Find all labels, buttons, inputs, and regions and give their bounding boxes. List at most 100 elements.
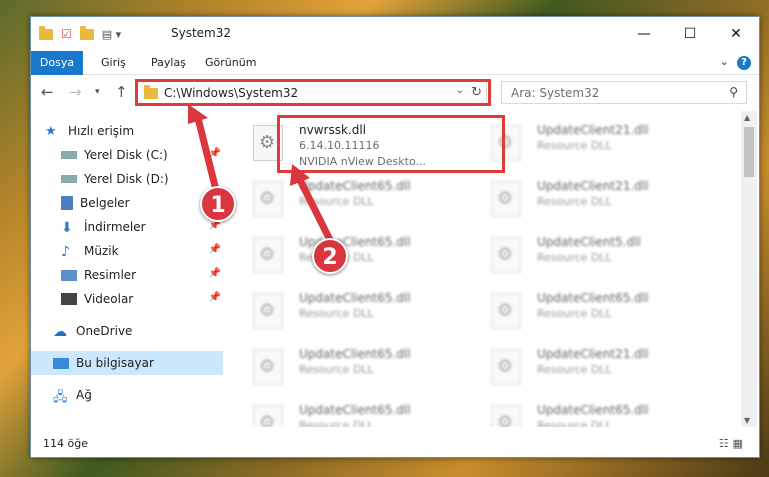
file-type: Resource DLL xyxy=(299,307,374,320)
sidebar-item-pictures[interactable]: Resimler 📌 xyxy=(61,263,225,287)
dll-file-icon xyxy=(491,349,521,385)
dll-file-icon xyxy=(253,237,283,273)
pin-icon[interactable]: 📌 xyxy=(209,244,221,255)
recent-locations-icon[interactable]: ▾ xyxy=(95,87,100,97)
dll-file-icon xyxy=(491,405,521,427)
file-item[interactable]: UpdateClient65.dll Resource DLL xyxy=(227,397,463,427)
pictures-icon xyxy=(61,269,77,281)
step-2-badge: 2 xyxy=(312,238,348,274)
file-type: Resource DLL xyxy=(537,307,612,320)
sidebar-item-network[interactable]: 🖧 Ağ xyxy=(53,383,225,407)
file-item[interactable]: UpdateClient65.dll Resource DLL xyxy=(227,285,463,333)
star-icon: ★ xyxy=(45,124,57,139)
file-type: Resource DLL xyxy=(537,419,612,427)
search-icon[interactable]: ⚲ xyxy=(729,85,738,99)
file-name: UpdateClient65.dll xyxy=(537,403,649,417)
forward-arrow-icon[interactable]: → xyxy=(69,83,82,101)
file-type: Resource DLL xyxy=(537,363,612,376)
navigation-bar: ← → ▾ ↑ C:\Windows\System32 ⌄ ↻ Ara: Sys… xyxy=(31,77,759,109)
file-list: nvwrssk.dll 6.14.10.11116 NVIDIA nView D… xyxy=(227,111,741,427)
drive-icon xyxy=(61,151,77,159)
close-button[interactable]: ✕ xyxy=(713,17,759,51)
dll-file-icon xyxy=(491,293,521,329)
scrollbar-thumb[interactable] xyxy=(744,127,754,177)
file-item[interactable]: UpdateClient21.dll Resource DLL xyxy=(465,173,701,221)
back-arrow-icon[interactable]: ← xyxy=(41,83,54,101)
pin-icon[interactable]: 📌 xyxy=(209,292,221,303)
status-bar: 114 öğe ☷▦ xyxy=(31,431,759,457)
pin-icon[interactable]: 📌 xyxy=(209,148,221,159)
sidebar-item-drive-d[interactable]: Yerel Disk (D:) xyxy=(61,167,225,191)
view-toggle-icons[interactable]: ☷▦ xyxy=(719,437,747,450)
quick-access-toolbar: ☑ ▤ ▾ xyxy=(39,25,121,41)
help-icon[interactable]: ? xyxy=(737,56,751,70)
file-name: UpdateClient21.dll xyxy=(537,123,649,137)
dll-file-icon xyxy=(253,349,283,385)
sidebar-item-music[interactable]: ♪ Müzik 📌 xyxy=(61,239,225,263)
file-name: UpdateClient65.dll xyxy=(299,403,411,417)
file-name: UpdateClient21.dll xyxy=(537,347,649,361)
customize-icon[interactable]: ▤ ▾ xyxy=(102,28,121,41)
sidebar-item-quick-access[interactable]: ★ Hızlı erişim xyxy=(45,119,239,143)
network-icon: 🖧 xyxy=(53,390,68,405)
computer-icon xyxy=(53,357,69,369)
file-item[interactable]: UpdateClient65.dll Resource DLL xyxy=(465,285,701,333)
dll-file-icon xyxy=(253,181,283,217)
sidebar-item-drive-c[interactable]: Yerel Disk (C:) 📌 xyxy=(61,143,225,167)
file-item[interactable]: UpdateClient65.dll Resource DLL xyxy=(227,341,463,389)
title-bar: ☑ ▤ ▾ System32 — ☐ ✕ xyxy=(31,17,759,51)
download-icon: ⬇ xyxy=(61,220,73,236)
sidebar-item-this-pc[interactable]: Bu bilgisayar xyxy=(31,351,223,375)
tab-home[interactable]: Giriş xyxy=(91,51,136,75)
dll-file-icon xyxy=(253,293,283,329)
file-name: UpdateClient5.dll xyxy=(537,235,641,249)
dll-file-icon xyxy=(491,237,521,273)
tab-view[interactable]: Görünüm xyxy=(195,51,266,75)
vertical-scrollbar[interactable]: ▲ ▼ xyxy=(741,111,757,427)
properties-icon[interactable]: ☑ xyxy=(61,27,72,41)
file-type: Resource DLL xyxy=(537,251,612,264)
file-type: Resource DLL xyxy=(299,195,374,208)
file-item[interactable]: UpdateClient21.dll Resource DLL xyxy=(465,341,701,389)
file-name: UpdateClient65.dll xyxy=(299,179,411,193)
tab-share[interactable]: Paylaş xyxy=(141,51,196,75)
pin-icon[interactable]: 📌 xyxy=(209,268,221,279)
up-arrow-icon[interactable]: ↑ xyxy=(115,83,128,101)
file-name: UpdateClient65.dll xyxy=(299,347,411,361)
expand-ribbon-icon[interactable]: ⌄ xyxy=(720,55,729,68)
file-name: UpdateClient65.dll xyxy=(537,291,649,305)
file-type: Resource DLL xyxy=(299,363,374,376)
dll-file-icon xyxy=(253,405,283,427)
navigation-pane: ★ Hızlı erişim Yerel Disk (C:) 📌 Yerel Dis… xyxy=(31,111,227,427)
scroll-up-icon[interactable]: ▲ xyxy=(744,113,750,122)
music-icon: ♪ xyxy=(61,244,70,260)
address-highlight-box xyxy=(135,79,491,106)
file-name: UpdateClient65.dll xyxy=(299,291,411,305)
item-count: 114 öğe xyxy=(43,437,88,450)
tab-file[interactable]: Dosya xyxy=(31,51,83,75)
file-type: Resource DLL xyxy=(537,195,612,208)
search-placeholder: Ara: System32 xyxy=(511,86,600,100)
search-input[interactable]: Ara: System32 ⚲ xyxy=(501,81,747,104)
cloud-icon: ☁ xyxy=(53,324,67,340)
sidebar-item-onedrive[interactable]: ☁ OneDrive xyxy=(53,319,225,343)
file-type: Resource DLL xyxy=(537,139,612,152)
file-type: Resource DLL xyxy=(299,419,374,427)
videos-icon xyxy=(61,293,77,305)
dll-file-icon xyxy=(491,181,521,217)
scroll-down-icon[interactable]: ▼ xyxy=(744,416,750,425)
window-title: System32 xyxy=(171,26,232,40)
new-folder-icon[interactable] xyxy=(79,25,94,40)
sidebar-item-videos[interactable]: Videolar 📌 xyxy=(61,287,225,311)
documents-icon xyxy=(61,196,73,210)
sidebar-item-downloads[interactable]: ⬇ İndirmeler 📌 xyxy=(61,215,225,239)
file-item[interactable]: UpdateClient65.dll Resource DLL xyxy=(227,173,463,221)
minimize-button[interactable]: — xyxy=(621,17,667,51)
file-item[interactable]: UpdateClient5.dll Resource DLL xyxy=(465,229,701,277)
file-item[interactable]: UpdateClient65.dll Resource DLL xyxy=(465,397,701,427)
ribbon: Dosya Giriş Paylaş Görünüm ⌄ ? xyxy=(31,51,759,75)
maximize-button[interactable]: ☐ xyxy=(667,17,713,51)
step-1-badge: 1 xyxy=(200,186,236,222)
file-highlight-box xyxy=(277,115,505,173)
folder-icon xyxy=(39,25,53,40)
